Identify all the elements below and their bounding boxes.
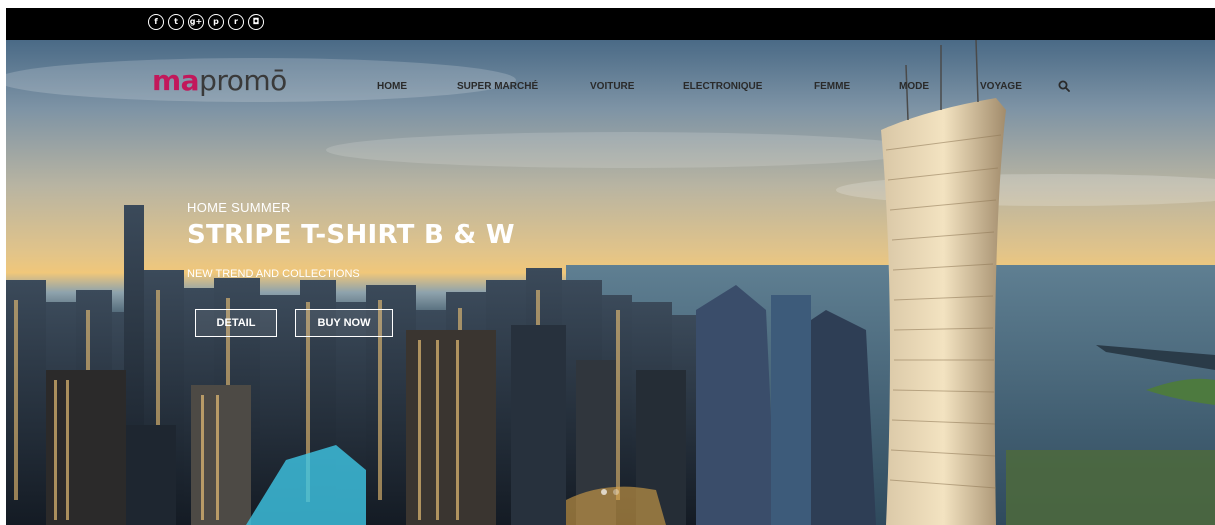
social-links: f t g+ p r ◘: [148, 14, 264, 30]
nav-item-mode[interactable]: MODE: [899, 81, 929, 92]
detail-button[interactable]: DETAIL: [195, 309, 277, 337]
logo-rest: promō: [199, 64, 287, 97]
pinterest-icon[interactable]: p: [208, 14, 224, 30]
nav-item-super-marche[interactable]: SUPER MARCHÉ: [457, 81, 538, 92]
city-skyline-image: [6, 40, 1215, 525]
nav-item-voyage[interactable]: VOYAGE: [980, 81, 1022, 92]
top-bar: f t g+ p r ◘: [6, 8, 1215, 40]
google-plus-icon[interactable]: g+: [188, 14, 204, 30]
twitter-icon[interactable]: t: [168, 14, 184, 30]
nav-item-femme[interactable]: FEMME: [814, 81, 850, 92]
nav-item-electronique[interactable]: ELECTRONIQUE: [683, 81, 762, 92]
rss-icon[interactable]: r: [228, 14, 244, 30]
instagram-icon[interactable]: ◘: [248, 14, 264, 30]
nav-item-home[interactable]: HOME: [377, 81, 407, 92]
slide-headline: STRIPE T-SHIRT B & W: [187, 220, 515, 250]
hero-slider: mapromō HOME SUPER MARCHÉ VOITURE ELECTR…: [6, 40, 1215, 525]
brand-logo[interactable]: mapromō: [152, 64, 287, 97]
slide-subtitle: NEW TREND AND COLLECTIONS: [187, 268, 360, 280]
logo-accent: ma: [152, 64, 200, 97]
page-frame: f t g+ p r ◘ mapromō HOME SUPER MARCHÉ V…: [6, 8, 1215, 525]
slide-kicker: HOME SUMMER: [187, 200, 291, 215]
buy-now-button[interactable]: BUY NOW: [295, 309, 393, 337]
search-icon[interactable]: [1058, 80, 1070, 92]
nav-item-voiture[interactable]: VOITURE: [590, 81, 634, 92]
facebook-icon[interactable]: f: [148, 14, 164, 30]
